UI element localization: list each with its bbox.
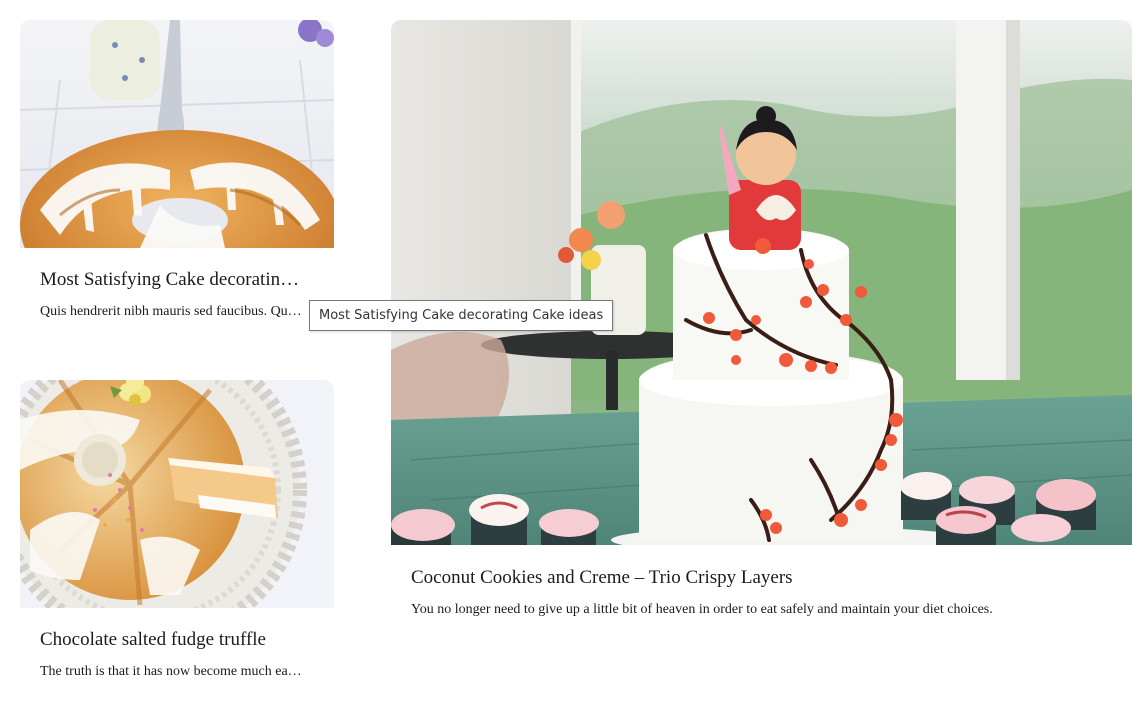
post-title[interactable]: Chocolate salted fudge truffle [40,628,320,652]
post-excerpt: You no longer need to give up a little b… [411,602,993,617]
title-tooltip: Most Satisfying Cake decorating Cake ide… [309,300,614,331]
post-excerpt: Quis hendrerit nibh mauris sed faucibus.… [40,304,302,319]
post-card-fudge-truffle[interactable]: Chocolate salted fudge truffle The truth… [20,380,334,690]
post-image-sliced-cake[interactable] [20,380,334,608]
tiered-cake-illustration [391,20,1132,545]
sliced-cake-illustration [20,380,334,608]
post-card-cake-decorating[interactable]: Most Satisfying Cake decoratin… Quis hen… [20,20,334,320]
post-image-bundt-cake[interactable] [20,20,334,248]
post-image-tiered-cake[interactable] [391,20,1132,545]
post-excerpt: The truth is that it has now become much… [40,664,302,679]
post-title[interactable]: Most Satisfying Cake decoratin… [40,268,312,292]
bundt-cake-illustration [20,20,334,248]
post-title[interactable]: Coconut Cookies and Creme – Trio Crispy … [411,566,1111,590]
